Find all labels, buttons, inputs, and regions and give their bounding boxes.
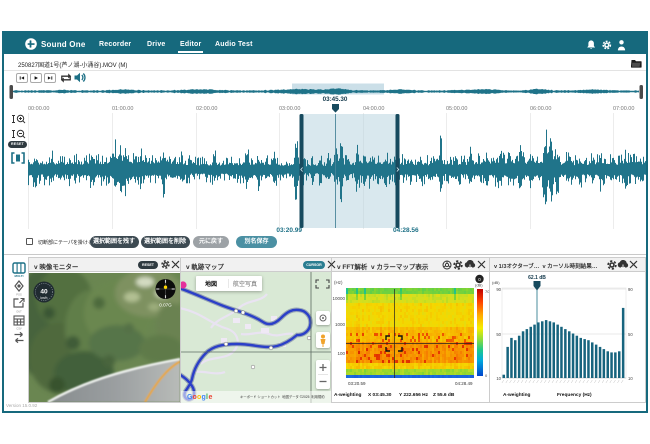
svg-text:90: 90	[496, 287, 501, 292]
svg-text:(Hz): (Hz)	[334, 280, 343, 285]
svg-text:10: 10	[628, 376, 633, 381]
svg-text:10: 10	[496, 376, 501, 381]
svg-text:62.1 dB: 62.1 dB	[528, 275, 546, 281]
svg-text:Y 222.656 Hz: Y 222.656 Hz	[399, 392, 429, 398]
svg-text:0.07G: 0.07G	[159, 303, 172, 308]
svg-text:Frequency (Hz): Frequency (Hz)	[557, 392, 592, 398]
svg-text:90: 90	[628, 287, 633, 292]
svg-text:km/h: km/h	[41, 296, 48, 300]
svg-text:MULTI: MULTI	[15, 274, 24, 278]
svg-text:A-weighting: A-weighting	[503, 392, 531, 398]
svg-text:03:20.59: 03:20.59	[348, 381, 366, 386]
svg-text:キーボード ショートカット 地図データ ©2025 利用: キーボード ショートカット 地図データ ©2025 利用規約	[240, 394, 325, 399]
svg-text:40: 40	[40, 289, 48, 296]
svg-text:(dB): (dB)	[492, 280, 500, 285]
svg-text:Z 55.6 dB: Z 55.6 dB	[433, 392, 455, 398]
svg-text:e: e	[209, 394, 213, 401]
svg-text:POS: POS	[16, 293, 22, 297]
svg-text:100: 100	[337, 351, 345, 356]
svg-text:0: 0	[485, 373, 488, 378]
svg-text:地図: 地図	[205, 280, 217, 288]
svg-text:04:28.49: 04:28.49	[455, 381, 473, 386]
svg-text:(dB): (dB)	[475, 283, 483, 288]
svg-text:X 03:45.30: X 03:45.30	[368, 392, 392, 398]
svg-text:CSV: CSV	[16, 327, 22, 331]
svg-text:50: 50	[496, 332, 501, 337]
svg-text:10000: 10000	[332, 296, 345, 301]
svg-text:A-weighting: A-weighting	[334, 392, 362, 398]
svg-text:50: 50	[628, 332, 633, 337]
svg-text:航空写真: 航空写真	[233, 280, 257, 288]
svg-text:1000: 1000	[335, 322, 346, 327]
svg-text:OUT: OUT	[16, 310, 22, 314]
